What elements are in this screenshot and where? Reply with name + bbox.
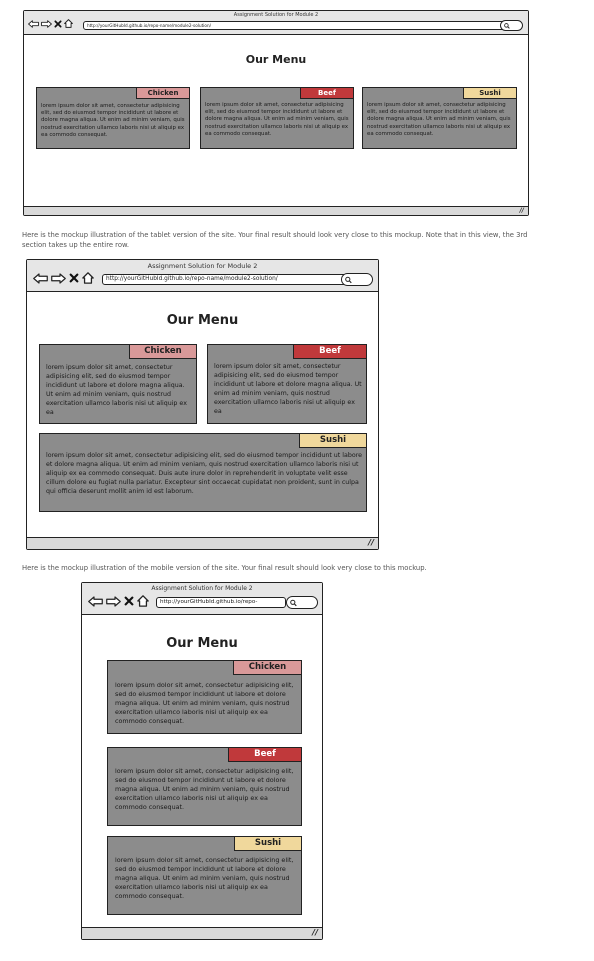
mobile-title-bar: Assignment Solution for Module 2 http://… — [82, 583, 322, 615]
tablet-sushi-section: Sushi lorem ipsum dolor sit amet, consec… — [39, 433, 367, 512]
mobile-window-title: Assignment Solution for Module 2 — [151, 585, 253, 592]
tablet-url-bar[interactable]: http://yourGitHubId.github.io/repo-name/… — [102, 274, 364, 285]
desktop-window-title: Assignment Solution for Module 2 — [233, 12, 319, 18]
desktop-page-heading: Our Menu — [245, 53, 307, 66]
desktop-search-box[interactable] — [500, 20, 523, 31]
tablet-caption: Here is the mockup illustration of the t… — [22, 231, 528, 249]
beef-description: lorem ipsum dolor sit amet, consectetur … — [214, 363, 362, 415]
tablet-mockup-window: Assignment Solution for Module 2 http://… — [26, 259, 379, 550]
beef-description: lorem ipsum dolor sit amet, consectetur … — [205, 102, 349, 137]
desktop-nav-icons — [28, 19, 73, 28]
resize-grip-icon[interactable]: // — [520, 207, 524, 214]
tablet-search-box[interactable] — [341, 273, 373, 286]
tablet-nav-icons — [33, 272, 94, 284]
beef-description: lorem ipsum dolor sit amet, consectetur … — [115, 767, 294, 811]
tablet-page-heading: Our Menu — [166, 313, 239, 328]
search-icon — [345, 276, 352, 283]
sushi-label: Sushi — [299, 433, 367, 448]
mobile-status-bar: // — [82, 927, 322, 939]
desktop-beef-section: Beef lorem ipsum dolor sit amet, consect… — [200, 87, 354, 149]
mobile-url-bar[interactable]: http://yourGitHubId.github.io/repo- — [156, 597, 286, 608]
sushi-description: lorem ipsum dolor sit amet, consectetur … — [115, 856, 294, 900]
desktop-title-bar: Assignment Solution for Module 2 http://… — [24, 11, 528, 35]
mobile-caption: Here is the mockup illustration of the m… — [22, 564, 427, 572]
chicken-description: lorem ipsum dolor sit amet, consectetur … — [115, 681, 294, 725]
tablet-status-bar: // — [27, 537, 378, 549]
home-icon[interactable] — [82, 272, 94, 284]
mobile-sushi-section: Sushi lorem ipsum dolor sit amet, consec… — [107, 836, 302, 915]
resize-grip-icon[interactable]: // — [312, 928, 318, 938]
mobile-chicken-section: Chicken lorem ipsum dolor sit amet, cons… — [107, 660, 302, 734]
beef-label: Beef — [300, 87, 354, 99]
home-icon[interactable] — [137, 595, 149, 607]
search-icon — [504, 23, 510, 29]
tablet-window-title: Assignment Solution for Module 2 — [147, 262, 258, 270]
desktop-url-bar[interactable]: http://yourGitHubId.github.io/repo-name/… — [83, 21, 519, 30]
home-icon[interactable] — [64, 19, 73, 28]
chicken-label: Chicken — [233, 660, 302, 675]
forward-arrow-icon[interactable] — [41, 20, 52, 28]
mobile-nav-icons — [88, 595, 149, 607]
desktop-status-bar: // — [24, 206, 528, 215]
sushi-description: lorem ipsum dolor sit amet, consectetur … — [367, 102, 511, 137]
mobile-search-box[interactable] — [286, 596, 318, 609]
sushi-label: Sushi — [234, 836, 302, 851]
desktop-mockup-window: Assignment Solution for Module 2 http://… — [23, 10, 529, 216]
forward-arrow-icon[interactable] — [51, 273, 66, 284]
mobile-page-heading: Our Menu — [166, 636, 238, 651]
close-x-icon[interactable] — [69, 273, 79, 283]
chicken-label: Chicken — [129, 344, 197, 359]
mobile-mockup-window: Assignment Solution for Module 2 http://… — [81, 582, 323, 940]
close-x-icon[interactable] — [124, 596, 134, 606]
sushi-description: lorem ipsum dolor sit amet, consectetur … — [46, 452, 363, 495]
beef-label: Beef — [293, 344, 367, 359]
tablet-beef-section: Beef lorem ipsum dolor sit amet, consect… — [207, 344, 367, 424]
beef-label: Beef — [228, 747, 302, 762]
back-arrow-icon[interactable] — [33, 273, 48, 284]
chicken-label: Chicken — [136, 87, 190, 99]
chicken-description: lorem ipsum dolor sit amet, consectetur … — [46, 364, 187, 416]
search-icon — [290, 599, 297, 606]
mobile-beef-section: Beef lorem ipsum dolor sit amet, consect… — [107, 747, 302, 826]
forward-arrow-icon[interactable] — [106, 596, 121, 607]
tablet-chicken-section: Chicken lorem ipsum dolor sit amet, cons… — [39, 344, 197, 424]
tablet-title-bar: Assignment Solution for Module 2 http://… — [27, 260, 378, 292]
resize-grip-icon[interactable]: // — [368, 538, 374, 548]
desktop-chicken-section: Chicken lorem ipsum dolor sit amet, cons… — [36, 87, 190, 149]
sushi-label: Sushi — [463, 87, 517, 99]
close-x-icon[interactable] — [54, 20, 62, 28]
chicken-description: lorem ipsum dolor sit amet, consectetur … — [41, 103, 185, 138]
back-arrow-icon[interactable] — [88, 596, 103, 607]
back-arrow-icon[interactable] — [28, 20, 39, 28]
desktop-sushi-section: Sushi lorem ipsum dolor sit amet, consec… — [362, 87, 517, 149]
